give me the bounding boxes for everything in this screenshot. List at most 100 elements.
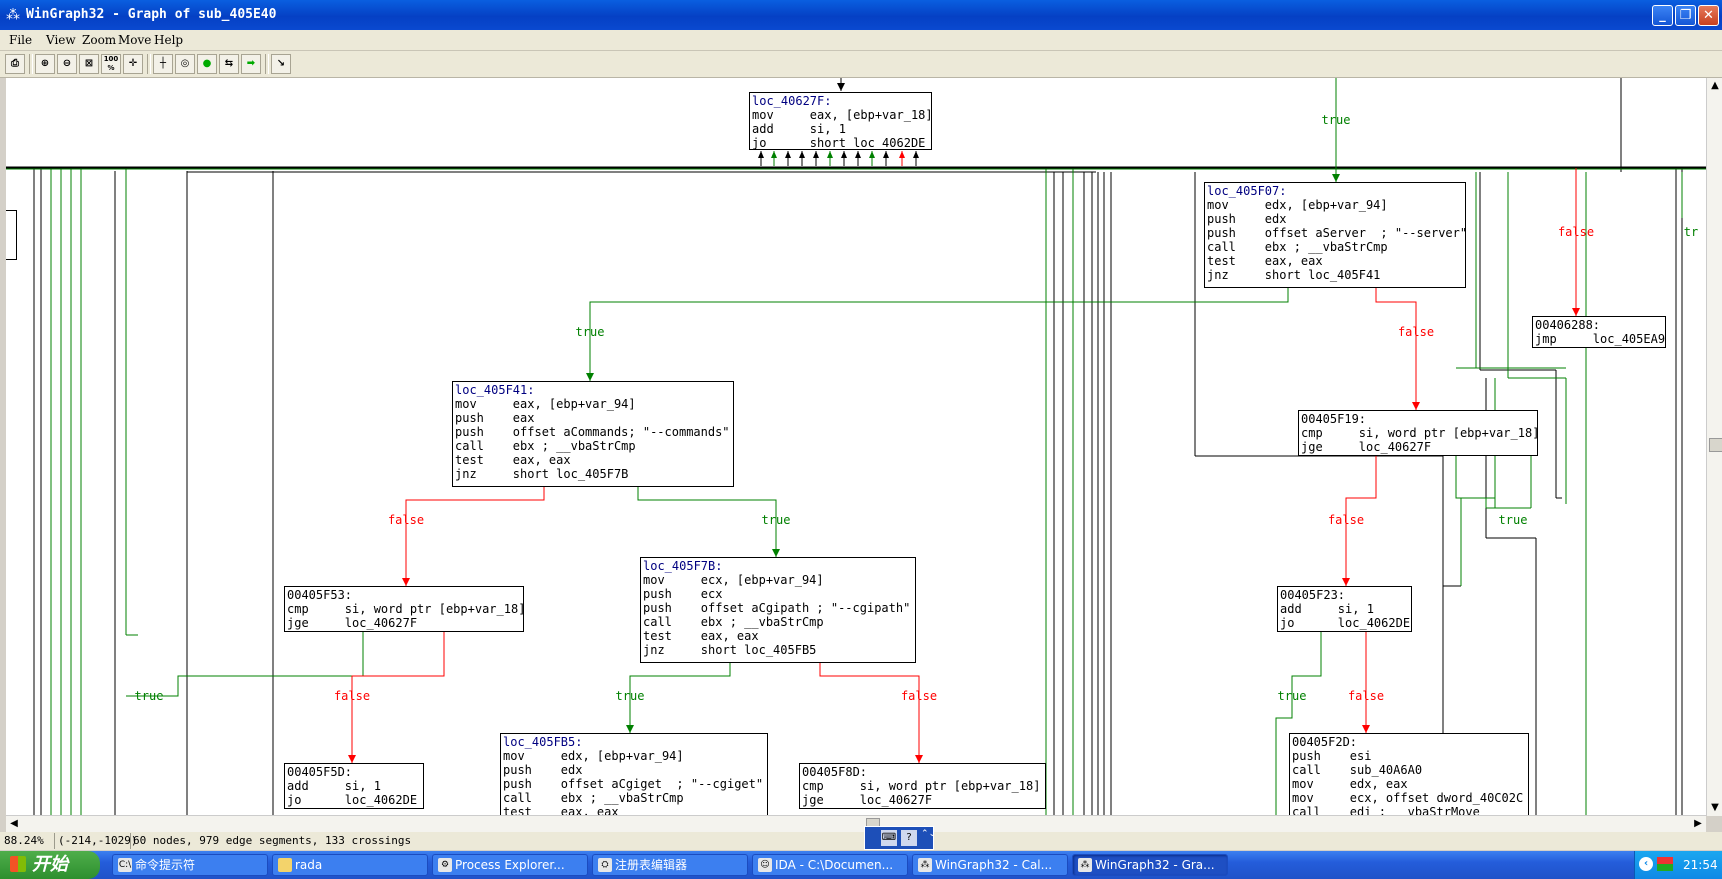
- task-rada-folder[interactable]: rada: [272, 854, 428, 876]
- instruction: call sub_40A6A0: [1292, 763, 1423, 777]
- scroll-down-icon[interactable]: ▼: [1707, 800, 1722, 816]
- instruction: add si, 1: [287, 779, 381, 793]
- wingraph-icon: ⁂: [918, 858, 932, 872]
- keyboard-icon[interactable]: ⌨: [881, 830, 897, 846]
- instruction: jo loc_4062DE: [1280, 616, 1411, 630]
- windows-logo-icon: [10, 856, 26, 872]
- toolbar-separator: [147, 54, 151, 74]
- zoom-100-icon[interactable]: 100 %: [101, 54, 121, 74]
- edge-label-true: true: [762, 513, 791, 527]
- menu-bar: File View Zoom Move Help: [0, 30, 1722, 51]
- node-00406288[interactable]: 00406288: jmp loc_405EA9: [1532, 316, 1666, 348]
- node-00405f8d[interactable]: 00405F8D: cmp si, word ptr [ebp+var_18] …: [799, 763, 1046, 809]
- graph-canvas[interactable]: true false tr true false false true false true tr…: [6, 78, 1706, 816]
- fit-icon[interactable]: ⊠: [79, 54, 99, 74]
- minimize-button[interactable]: _: [1652, 5, 1673, 26]
- node-loc-40627f[interactable]: loc_40627F: mov eax, [ebp+var_18] add si…: [749, 92, 933, 150]
- node-00405f19[interactable]: 00405F19: cmp si, word ptr [ebp+var_18] …: [1298, 410, 1539, 456]
- vertical-scrollbar[interactable]: ▲ ▼: [1706, 78, 1722, 816]
- langbar-options-icon[interactable]: ⌃⌄: [921, 829, 936, 839]
- instruction: call ebx ; __vbaStrCmp: [1207, 240, 1388, 254]
- scroll-right-icon[interactable]: ▶: [1690, 816, 1706, 832]
- instruction: cmp si, word ptr [ebp+var_18]: [287, 602, 526, 616]
- folder-icon: [278, 858, 292, 872]
- instruction: jnz short loc_405F7B: [455, 467, 629, 481]
- edge-into-40627f-arrowhead: [899, 151, 905, 158]
- task-cmd[interactable]: C:\ 命令提示符: [112, 854, 268, 876]
- circle-icon[interactable]: ◎: [175, 54, 195, 74]
- green-circle-icon[interactable]: ●: [197, 54, 217, 74]
- node-00405f53[interactable]: 00405F53: cmp si, word ptr [ebp+var_18] …: [284, 586, 526, 632]
- edge-label-true: true: [616, 689, 645, 703]
- wingraph-app-icon[interactable]: ⁂: [6, 7, 22, 23]
- instruction: push offset aCommands; "--commands": [455, 425, 730, 439]
- node-label: 00405F19:: [1301, 412, 1367, 426]
- tray-expand-icon[interactable]: ‹: [1639, 857, 1653, 871]
- node-00405f2d[interactable]: 00405F2D: push esi call sub_40A6A0 mov e…: [1289, 733, 1529, 816]
- task-regedit[interactable]: ⛭ 注册表编辑器: [592, 854, 748, 876]
- title-bar: ⁂ WinGraph32 - Graph of sub_405E40 _ ❐ ✕: [0, 0, 1722, 30]
- edge-into-40627f-arrowhead: [771, 151, 777, 158]
- menu-zoom[interactable]: Zoom: [82, 33, 116, 47]
- node-loc-405f07[interactable]: loc_405F07: mov edx, [ebp+var_94] push e…: [1204, 182, 1468, 288]
- instruction: jo short loc_4062DE: [752, 136, 926, 150]
- instruction: mov edx, [ebp+var_94]: [503, 749, 684, 763]
- green-arrow-icon[interactable]: ➡: [241, 54, 261, 74]
- start-label: 开始: [32, 854, 68, 875]
- help-icon[interactable]: ?: [901, 830, 917, 846]
- node-loc-405fb5[interactable]: loc_405FB5: mov edx, [ebp+var_94] push e…: [500, 733, 768, 816]
- network-icon[interactable]: [1657, 857, 1673, 871]
- menu-move[interactable]: Move: [118, 33, 151, 47]
- edge-405f41-to-405f53: [405, 487, 545, 586]
- instruction: push ecx: [643, 587, 723, 601]
- menu-help[interactable]: Help: [154, 33, 183, 47]
- center-icon[interactable]: ✛: [123, 54, 143, 74]
- wingraph-icon: ⁂: [1078, 858, 1092, 872]
- task-wingraph-cal[interactable]: ⁂ WinGraph32 - Cal...: [912, 854, 1068, 876]
- status-position: (-214,-1029): [58, 834, 138, 847]
- instruction: push offset aServer ; "--server": [1207, 226, 1468, 240]
- edge-into-40627f-arrowhead: [785, 151, 791, 158]
- instruction: mov ecx, offset dword_40C02C: [1292, 791, 1524, 805]
- scroll-up-icon[interactable]: ▲: [1707, 78, 1722, 94]
- node-00405f23[interactable]: 00405F23: add si, 1 jo loc_4062DE: [1277, 586, 1412, 632]
- menu-view[interactable]: View: [46, 33, 76, 47]
- print-icon[interactable]: ⎙: [5, 54, 25, 74]
- task-label: WinGraph32 - Gra...: [1095, 858, 1215, 872]
- task-ida[interactable]: ☺ IDA - C:\Documen...: [752, 854, 908, 876]
- edge-to-406288-arrowhead: [1572, 308, 1580, 316]
- task-label: rada: [295, 858, 323, 872]
- layout-icon[interactable]: ┼: [153, 54, 173, 74]
- task-process-explorer[interactable]: ⚙ Process Explorer...: [432, 854, 588, 876]
- scroll-left-icon[interactable]: ◀: [6, 816, 22, 832]
- restore-button[interactable]: ❐: [1675, 5, 1696, 26]
- instruction: push edx: [503, 763, 583, 777]
- zoom-out-icon[interactable]: ⊖: [57, 54, 77, 74]
- instruction: push edx: [1207, 212, 1287, 226]
- instruction: jmp loc_405EA9: [1535, 332, 1666, 346]
- node-loc-405f7b[interactable]: loc_405F7B: mov ecx, [ebp+var_94] push e…: [640, 557, 916, 663]
- task-wingraph-graph[interactable]: ⁂ WinGraph32 - Gra...: [1072, 854, 1228, 876]
- node-loc-405f41[interactable]: loc_405F41: mov eax, [ebp+var_94] push e…: [452, 381, 734, 487]
- node-00405f5d[interactable]: 00405F5D: add si, 1 jo loc_4062DE: [284, 763, 424, 809]
- menu-file[interactable]: File: [9, 33, 32, 47]
- edge-405f19-to-405f23-arrowhead: [1342, 578, 1350, 586]
- start-button[interactable]: 开始: [0, 851, 100, 879]
- cursor-icon[interactable]: ↘: [271, 54, 291, 74]
- node-label: loc_405F41:: [455, 383, 535, 397]
- zoom-in-icon[interactable]: ⊕: [35, 54, 55, 74]
- vertical-scroll-thumb[interactable]: [1709, 438, 1722, 452]
- edge-405f53-to-405f5d-arrowhead: [348, 755, 356, 763]
- edge-label-true: true: [1278, 689, 1307, 703]
- edge-405f53-true: [126, 632, 364, 697]
- edge-label-false: false: [1328, 513, 1364, 527]
- edge-405f41-to-405f53-arrowhead: [402, 578, 410, 586]
- status-bar: 88.24% (-214,-1029) 60 nodes, 979 edge s…: [0, 832, 1722, 850]
- node-label: 00405F23:: [1280, 588, 1346, 602]
- horizontal-scrollbar[interactable]: ◀ ▶: [6, 815, 1706, 832]
- taskbar: 开始 C:\ 命令提示符 rada ⚙ Process Explorer... ⛭ 注…: [0, 851, 1722, 879]
- close-button[interactable]: ✕: [1698, 5, 1719, 26]
- language-bar[interactable]: ⌨ ? ⌃⌄: [864, 826, 936, 850]
- edge-405f07-to-405f19-arrowhead: [1412, 402, 1420, 410]
- swap-icon[interactable]: ⇆: [219, 54, 239, 74]
